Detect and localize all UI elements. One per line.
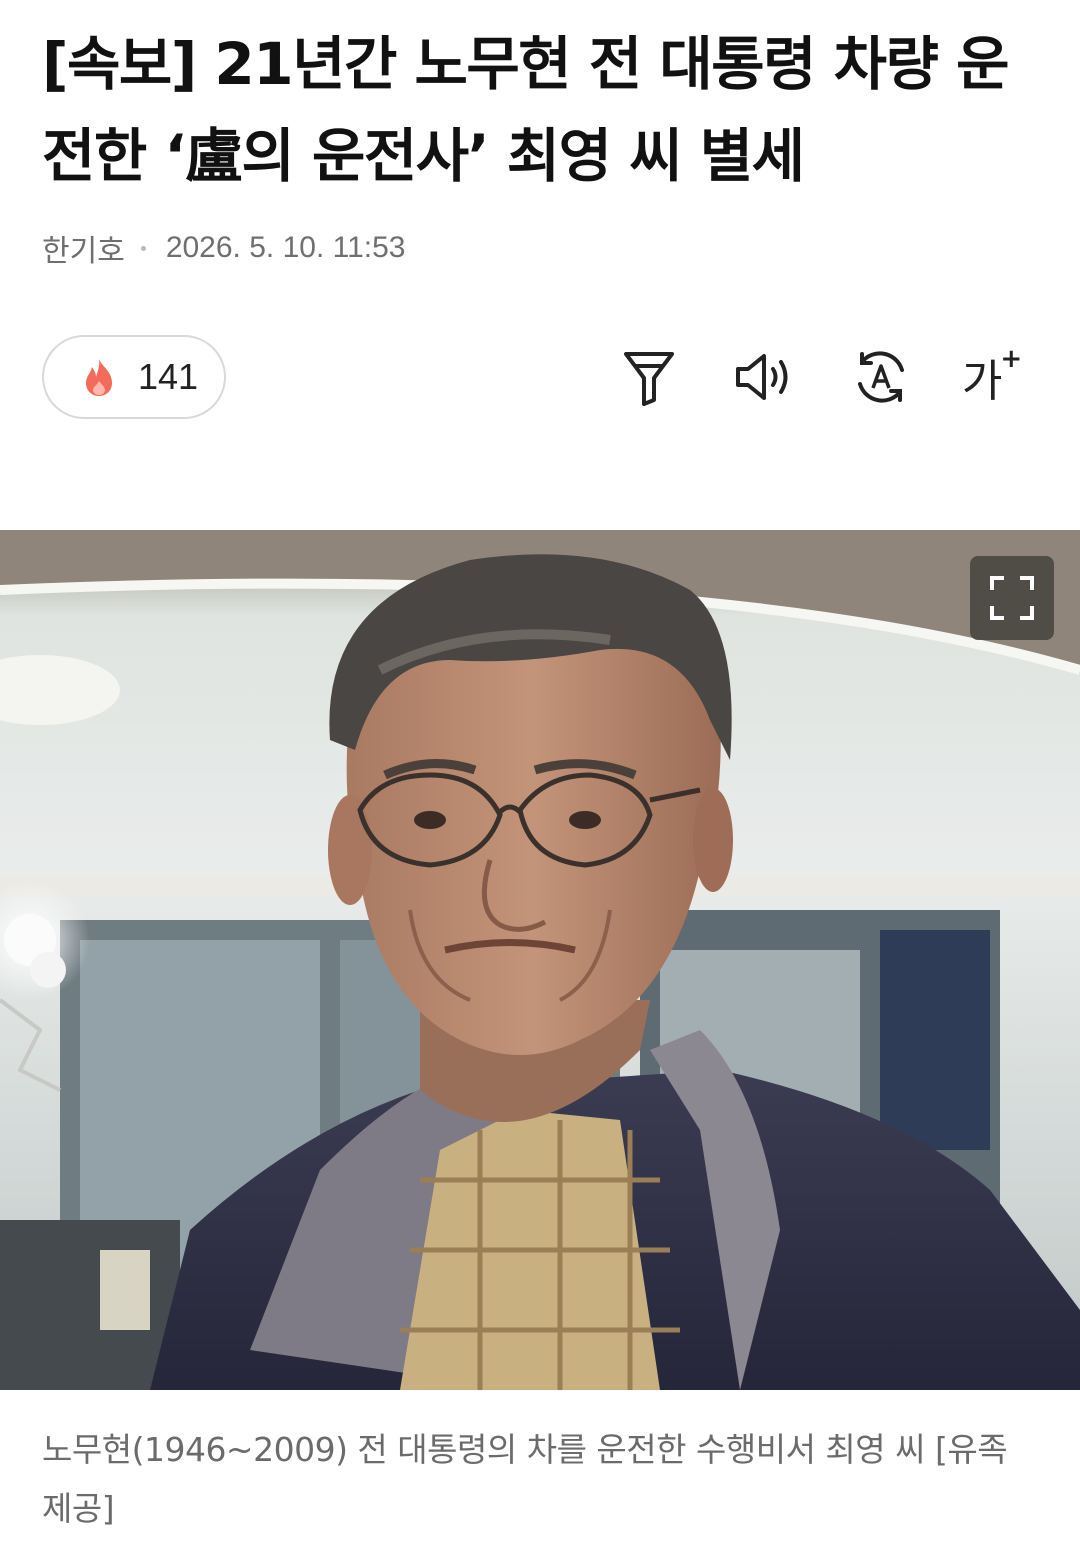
fire-icon bbox=[80, 357, 118, 397]
separator-dot bbox=[140, 245, 146, 251]
translate-icon bbox=[858, 351, 904, 403]
expand-button[interactable] bbox=[970, 556, 1054, 640]
expand-icon bbox=[990, 576, 1034, 620]
font-size-label: 가 bbox=[961, 356, 1003, 407]
translate-button[interactable] bbox=[851, 345, 911, 409]
font-size-button[interactable]: 가 + bbox=[961, 344, 1023, 409]
speaker-icon bbox=[736, 354, 788, 400]
reaction-button[interactable]: 141 bbox=[42, 335, 226, 419]
audio-button[interactable] bbox=[734, 345, 794, 409]
photo-caption: 노무현(1946~2009) 전 대통령의 차를 운전한 수행비서 최영 씨 [… bbox=[42, 1430, 1008, 1528]
byline: 한기호 2026. 5. 10. 11:53 bbox=[42, 226, 405, 270]
plus-icon: + bbox=[1000, 344, 1023, 374]
article: [속보] 21년간 노무현 전 대통령 차량 운전한 ‘盧의 운전사’ 최영 씨… bbox=[0, 0, 1080, 1547]
filter-button[interactable] bbox=[619, 345, 679, 409]
article-photo[interactable] bbox=[0, 530, 1080, 1390]
headline: [속보] 21년간 노무현 전 대통령 차량 운전한 ‘盧의 운전사’ 최영 씨… bbox=[42, 30, 1009, 190]
filter-icon bbox=[624, 352, 674, 406]
author-name[interactable]: 한기호 bbox=[42, 226, 125, 270]
publish-datetime: 2026. 5. 10. 11:53 bbox=[165, 231, 406, 264]
reaction-count: 141 bbox=[138, 356, 199, 397]
